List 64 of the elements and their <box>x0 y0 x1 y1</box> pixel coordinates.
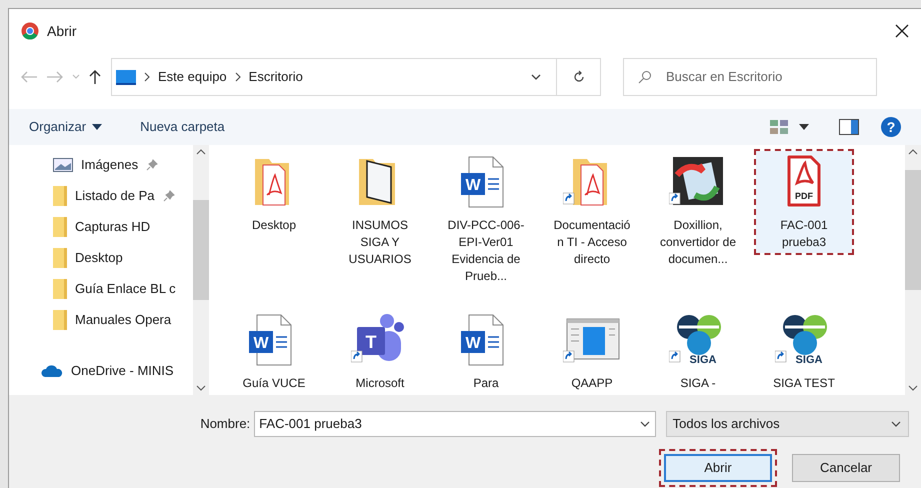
address-bar[interactable]: Este equipo Escritorio <box>111 58 601 96</box>
sidebar-item[interactable]: Listado de Pa <box>9 180 193 211</box>
folder-icon <box>53 248 67 268</box>
breadcrumb-item[interactable]: Escritorio <box>248 67 303 87</box>
breadcrumb-item[interactable]: Este equipo <box>158 67 227 87</box>
preview-pane-icon[interactable] <box>839 119 859 135</box>
file-item[interactable]: Documentación TI - Acceso directo <box>544 151 640 270</box>
organize-menu-button[interactable]: Organizar <box>29 117 102 137</box>
close-icon[interactable] <box>895 24 909 38</box>
dropdown-caret-icon <box>890 420 902 428</box>
sidebar-item[interactable]: Capturas HD <box>9 211 193 242</box>
search-field[interactable]: Buscar en Escritorio <box>666 67 856 87</box>
folder-icon <box>53 186 67 206</box>
computer-icon <box>116 69 136 85</box>
chevron-icon <box>144 72 150 82</box>
file-item[interactable]: T Microsoft <box>332 309 428 394</box>
up-arrow-icon[interactable] <box>87 69 103 85</box>
scroll-down-icon[interactable] <box>196 385 206 391</box>
file-item[interactable]: W Guía VUCE <box>226 309 322 394</box>
folder-icon <box>53 216 67 236</box>
cloud-icon <box>41 364 63 378</box>
sidebar-scrollbar[interactable] <box>193 145 209 395</box>
sidebar-item[interactable]: Imágenes <box>9 149 193 180</box>
search-box[interactable]: Buscar en Escritorio <box>623 58 877 96</box>
filename-box[interactable]: FAC-001 prueba3 <box>254 411 656 437</box>
sidebar-item[interactable]: Guía Enlace BL c <box>9 273 193 304</box>
chevron-icon <box>234 72 241 82</box>
refresh-icon[interactable] <box>572 70 586 84</box>
scrollbar-thumb[interactable] <box>905 170 921 290</box>
window-title: Abrir <box>47 22 77 40</box>
pictures-icon <box>53 158 73 172</box>
dropdown-caret-icon[interactable] <box>638 420 651 428</box>
scrollbar-thumb[interactable] <box>193 200 209 300</box>
new-folder-button[interactable]: Nueva carpeta <box>140 117 225 137</box>
file-item[interactable]: SIGA SIGA TEST <box>756 309 852 394</box>
scroll-up-icon[interactable] <box>908 149 918 155</box>
file-type-dropdown[interactable]: Todos los archivos <box>666 411 909 437</box>
search-icon <box>638 70 652 84</box>
dropdown-caret-icon[interactable] <box>799 124 809 130</box>
dropdown-caret-icon[interactable] <box>530 73 542 81</box>
file-item[interactable]: W Para <box>438 309 534 394</box>
view-options-icon[interactable] <box>769 119 789 135</box>
dropdown-caret-icon <box>92 124 102 130</box>
file-item[interactable]: PDF FAC-001 prueba3 <box>756 151 852 253</box>
cancel-button[interactable]: Cancelar <box>792 454 900 482</box>
scroll-up-icon[interactable] <box>196 149 206 155</box>
scroll-down-icon[interactable] <box>908 385 918 391</box>
file-item[interactable]: INSUMOS SIGA Y USUARIOS <box>332 151 428 270</box>
file-item[interactable]: SIGA SIGA - <box>650 309 746 394</box>
filename-label: Nombre: <box>199 415 252 434</box>
file-item[interactable]: W DIV-PCC-006-EPI-Ver01 Evidencia de Prueb... <box>438 151 534 287</box>
folder-icon <box>53 278 67 298</box>
sidebar-item[interactable]: Desktop <box>9 242 193 273</box>
files-scrollbar[interactable] <box>905 145 921 395</box>
sidebar-item[interactable]: OneDrive - MINIS <box>9 355 193 386</box>
file-item[interactable]: Desktop <box>226 151 322 236</box>
file-item[interactable]: QAAPP <box>544 309 640 394</box>
browser-logo-icon <box>21 22 39 40</box>
open-button[interactable]: Abrir <box>664 454 772 482</box>
file-item[interactable]: Doxillion, convertidor de documen... <box>650 151 746 270</box>
sidebar-item[interactable]: Manuales Opera <box>9 304 193 335</box>
help-button[interactable]: ? <box>881 117 901 137</box>
folder-icon <box>53 310 67 330</box>
filename-field[interactable]: FAC-001 prueba3 <box>259 414 639 434</box>
